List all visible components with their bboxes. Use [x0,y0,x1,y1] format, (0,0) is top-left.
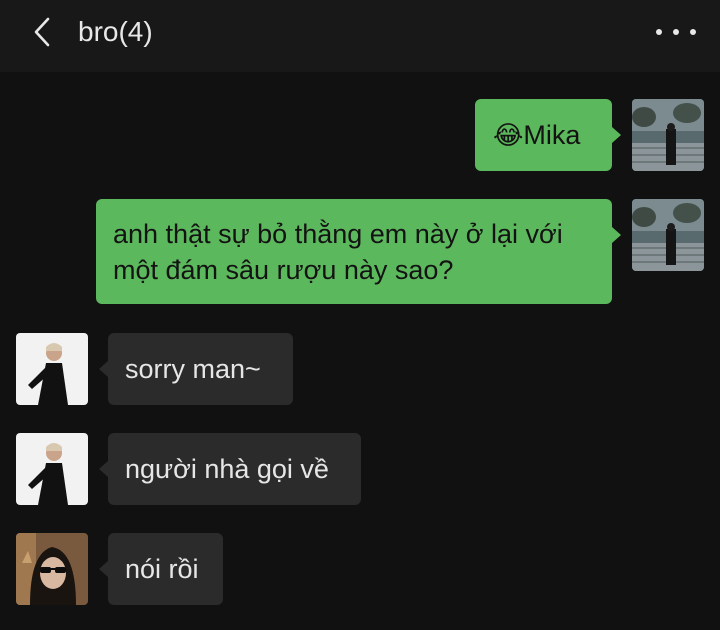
avatar-self-image [632,99,704,171]
bubble-tail [99,461,108,477]
avatar-contact[interactable] [16,333,88,405]
more-horizontal-icon [656,29,662,35]
avatar-contact[interactable] [16,433,88,505]
message-list[interactable]: 😂Mika anh thật sự bỏ thằng em này ở lại … [0,72,720,630]
more-options-button[interactable] [656,18,696,46]
message-bubble-incoming[interactable]: nói rồi [108,533,223,605]
message-bubble-outgoing[interactable]: anh thật sự bỏ thằng em này ở lại với mộ… [96,199,612,304]
avatar-contact-2-image [16,533,88,605]
message-text-line: anh thật sự bỏ thằng em này ở lại với [113,219,563,249]
more-dot [690,29,696,35]
message-text: người nhà gọi về [125,454,329,484]
avatar-self[interactable] [632,199,704,271]
message-bubble-outgoing[interactable]: 😂Mika [475,99,612,171]
avatar-self-image [632,199,704,271]
chevron-left-icon [34,17,50,47]
back-button[interactable] [22,12,62,52]
avatar-contact-image [16,433,88,505]
bubble-tail [99,361,108,377]
message-bubble-incoming[interactable]: sorry man~ [108,333,293,405]
chat-title[interactable]: bro(4) [78,14,153,50]
avatar-self[interactable] [632,99,704,171]
laughing-emoji-icon: 😂 [493,120,524,150]
avatar-contact-image [16,333,88,405]
bubble-tail [612,227,621,243]
message-bubble-incoming[interactable]: người nhà gọi về [108,433,361,505]
more-dot [673,29,679,35]
avatar-contact-2[interactable] [16,533,88,605]
bubble-tail [612,127,621,143]
message-text-line: một đám sâu rượu này sao? [113,255,454,285]
chat-header: bro(4) [0,0,720,72]
bubble-tail [99,561,108,577]
message-text: sorry man~ [125,354,261,384]
message-text: Mika [523,120,581,150]
message-text: nói rồi [125,554,199,584]
